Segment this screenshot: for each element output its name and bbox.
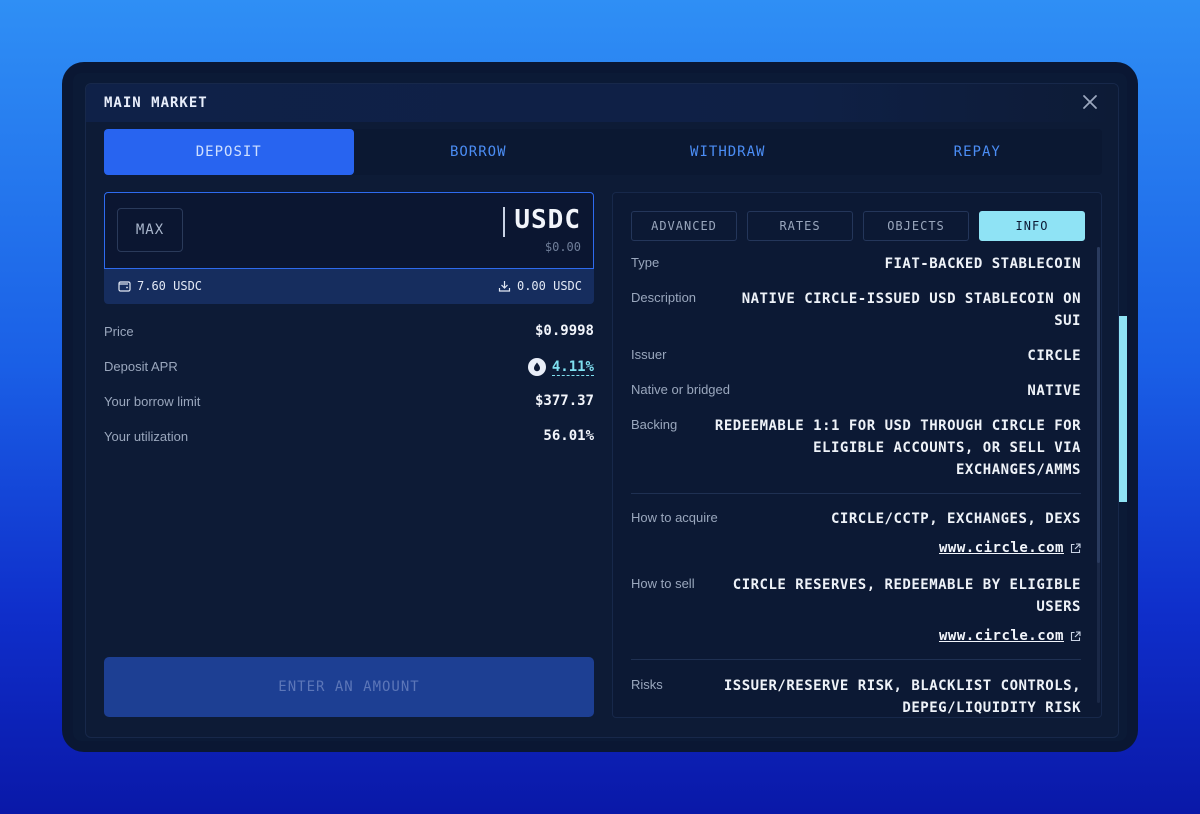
stat-label: Price (104, 324, 134, 339)
wallet-balance[interactable]: 7.60 USDC (118, 279, 202, 293)
info-label: Issuer (631, 347, 667, 362)
text-caret (503, 207, 505, 237)
stat-deposit-apr: Deposit APR 4.11% (104, 357, 594, 377)
info-label: Description (631, 290, 697, 305)
wallet-balance-value: 7.60 USDC (137, 279, 203, 293)
apr-value-wrap[interactable]: 4.11% (527, 358, 594, 376)
sell-link[interactable]: www.circle.com (939, 625, 1081, 647)
link-text: www.circle.com (938, 628, 1064, 644)
info-panel: ADVANCED RATES OBJECTS INFO Type FIAT-BA… (612, 192, 1102, 718)
deposit-form: MAX USDC $0.00 7.60 USDC 0.00 USDC Price… (104, 192, 594, 444)
wallet-icon (118, 281, 131, 292)
info-value-text: FIAT-BACKED STABLECOIN (884, 256, 1081, 272)
info-value: NATIVE CIRCLE-ISSUED USD STABLECOIN ON S… (742, 288, 1081, 332)
section-divider (631, 659, 1081, 660)
info-value-text: CIRCLE (1027, 348, 1081, 364)
link-text: www.circle.com (938, 540, 1064, 556)
modal-header: MAIN MARKET (86, 84, 1118, 122)
stat-value: 4.11% (551, 358, 594, 376)
info-value: ISSUER/RESERVE RISK, BLACKLIST CONTROLS,… (723, 675, 1081, 717)
info-value-text: NATIVE (1027, 383, 1081, 399)
info-tabs: ADVANCED RATES OBJECTS INFO (631, 211, 1085, 241)
info-value-line: ELIGIBLE ACCOUNTS, OR SELL VIA (813, 440, 1081, 456)
info-value-line: NATIVE CIRCLE-ISSUED USD STABLECOIN ON (741, 291, 1081, 307)
info-label: Backing (631, 417, 678, 432)
balance-bar: 7.60 USDC 0.00 USDC (104, 269, 594, 304)
close-button[interactable] (1080, 92, 1100, 112)
tab-objects[interactable]: OBJECTS (863, 211, 969, 241)
section-divider (631, 493, 1081, 494)
info-label: How to sell (631, 576, 695, 591)
stat-value: $377.37 (534, 393, 594, 409)
info-value: CIRCLE (1027, 345, 1081, 367)
modal-title: MAIN MARKET (104, 95, 208, 111)
scrollbar-thumb[interactable] (1097, 247, 1100, 563)
stat-label: Deposit APR (104, 359, 178, 374)
info-value-line: CIRCLE/CCTP, EXCHANGES, DEXS (830, 511, 1081, 527)
info-label: How to acquire (631, 510, 718, 525)
info-label: Type (631, 255, 660, 270)
info-value-line: USERS (1036, 599, 1081, 615)
info-value-line: DEPEG/LIQUIDITY RISK (902, 700, 1081, 716)
tab-repay[interactable]: REPAY (853, 129, 1103, 175)
background-accent (1119, 316, 1127, 502)
acquire-link[interactable]: www.circle.com (939, 537, 1081, 559)
tab-info[interactable]: INFO (979, 211, 1085, 241)
external-link-icon (1070, 630, 1081, 641)
stat-label: Your utilization (104, 429, 189, 444)
close-icon (1083, 95, 1097, 109)
stat-value: 56.01% (543, 428, 594, 444)
tab-rates[interactable]: RATES (747, 211, 853, 241)
tab-withdraw[interactable]: WITHDRAW (603, 129, 853, 175)
info-value-line: SUI (1054, 313, 1081, 329)
tab-borrow[interactable]: BORROW (354, 129, 604, 175)
info-label: Native or bridged (631, 382, 730, 397)
sui-drop-icon (527, 358, 546, 376)
info-value-line: CIRCLE RESERVES, REDEEMABLE BY ELIGIBLE (732, 577, 1081, 593)
info-label: Risks (631, 677, 663, 692)
action-tabs: DEPOSIT BORROW WITHDRAW REPAY (104, 129, 1102, 175)
info-value: REDEEMABLE 1:1 FOR USD THROUGH CIRCLE FO… (715, 415, 1081, 481)
stat-utilization: Your utilization 56.01% (104, 427, 594, 447)
stat-label: Your borrow limit (104, 394, 201, 409)
stat-price: Price $0.9998 (104, 322, 594, 342)
info-value-line: ISSUER/RESERVE RISK, BLACKLIST CONTROLS, (723, 678, 1081, 694)
info-value: CIRCLE/CCTP, EXCHANGES, DEXS www.circle.… (831, 508, 1081, 559)
amount-input[interactable]: MAX USDC $0.00 (104, 192, 594, 269)
max-button[interactable]: MAX (117, 208, 183, 252)
info-value: CIRCLE RESERVES, REDEEMABLE BY ELIGIBLE … (733, 574, 1081, 647)
amount-usd-value: $0.00 (544, 240, 581, 254)
token-symbol: USDC (514, 205, 581, 235)
submit-button[interactable]: ENTER AN AMOUNT (104, 657, 594, 717)
tab-advanced[interactable]: ADVANCED (631, 211, 737, 241)
stat-borrow-limit: Your borrow limit $377.37 (104, 392, 594, 412)
info-value-line: EXCHANGES/AMMS (955, 462, 1081, 478)
download-icon (498, 281, 511, 292)
info-value-line: REDEEMABLE 1:1 FOR USD THROUGH CIRCLE FO… (714, 418, 1081, 434)
market-modal: MAIN MARKET DEPOSIT BORROW WITHDRAW REPA… (85, 83, 1119, 738)
deposited-balance-value: 0.00 USDC (516, 279, 582, 293)
external-link-icon (1070, 542, 1081, 553)
info-value: NATIVE (1027, 380, 1081, 402)
info-value: FIAT-BACKED STABLECOIN (885, 253, 1081, 275)
deposited-balance[interactable]: 0.00 USDC (498, 279, 582, 293)
stat-value: $0.9998 (534, 323, 594, 339)
tab-deposit[interactable]: DEPOSIT (104, 129, 354, 175)
